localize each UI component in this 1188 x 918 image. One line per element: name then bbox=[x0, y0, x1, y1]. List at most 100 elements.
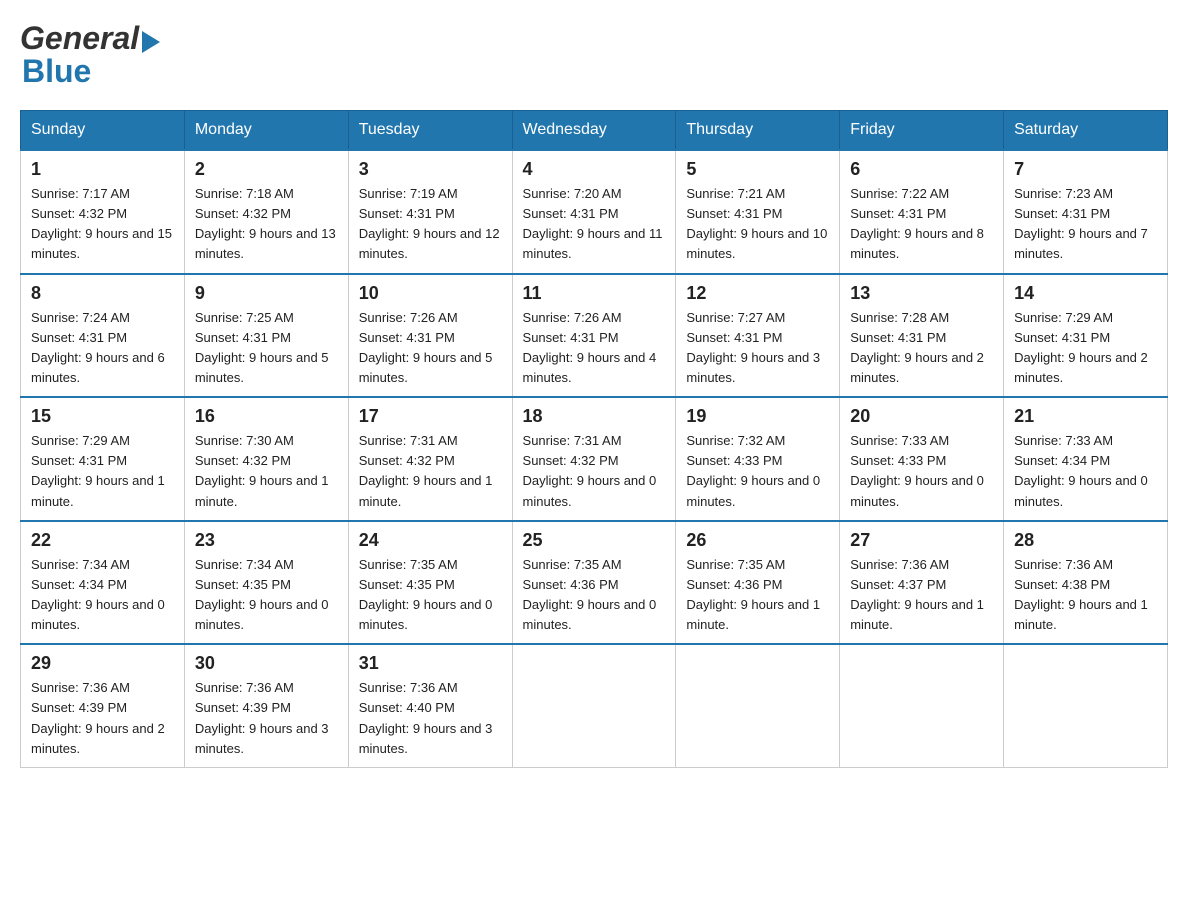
day-number: 23 bbox=[195, 530, 338, 551]
day-number: 30 bbox=[195, 653, 338, 674]
day-number: 20 bbox=[850, 406, 993, 427]
calendar-cell: 2 Sunrise: 7:18 AMSunset: 4:32 PMDaylight… bbox=[184, 150, 348, 274]
calendar-cell bbox=[840, 644, 1004, 767]
day-number: 4 bbox=[523, 159, 666, 180]
day-number: 10 bbox=[359, 283, 502, 304]
day-number: 22 bbox=[31, 530, 174, 551]
calendar-cell: 19Sunrise: 7:32 AMSunset: 4:33 PMDayligh… bbox=[676, 397, 840, 521]
calendar-cell bbox=[512, 644, 676, 767]
calendar-cell: 20 Sunrise: 7:33 AMSunset: 4:33 PMDayligh… bbox=[840, 397, 1004, 521]
day-number: 27 bbox=[850, 530, 993, 551]
calendar-cell: 5 Sunrise: 7:21 AMSunset: 4:31 PMDaylight… bbox=[676, 150, 840, 274]
calendar-cell: 14 Sunrise: 7:29 AMSunset: 4:31 PMDayligh… bbox=[1004, 274, 1168, 398]
calendar-cell: 13 Sunrise: 7:28 AMSunset: 4:31 PMDayligh… bbox=[840, 274, 1004, 398]
day-info: Sunrise: 7:22 AMSunset: 4:31 PMDaylight:… bbox=[850, 184, 993, 265]
day-info: Sunrise: 7:34 AMSunset: 4:34 PMDaylight:… bbox=[31, 555, 174, 636]
day-number: 12 bbox=[686, 283, 829, 304]
calendar-cell: 27 Sunrise: 7:36 AMSunset: 4:37 PMDayligh… bbox=[840, 521, 1004, 645]
day-number: 3 bbox=[359, 159, 502, 180]
calendar-cell: 9 Sunrise: 7:25 AMSunset: 4:31 PMDaylight… bbox=[184, 274, 348, 398]
day-number: 25 bbox=[523, 530, 666, 551]
day-number: 29 bbox=[31, 653, 174, 674]
day-info: Sunrise: 7:29 AMSunset: 4:31 PMDaylight:… bbox=[1014, 308, 1157, 389]
day-info: Sunrise: 7:31 AMSunset: 4:32 PMDaylight:… bbox=[523, 431, 666, 512]
calendar-cell: 30 Sunrise: 7:36 AMSunset: 4:39 PMDayligh… bbox=[184, 644, 348, 767]
calendar-cell: 24Sunrise: 7:35 AMSunset: 4:35 PMDayligh… bbox=[348, 521, 512, 645]
day-header-sunday: Sunday bbox=[21, 111, 185, 151]
calendar-cell: 8Sunrise: 7:24 AMSunset: 4:31 PMDaylight… bbox=[21, 274, 185, 398]
day-header-tuesday: Tuesday bbox=[348, 111, 512, 151]
page-header: General Blue bbox=[20, 20, 1168, 90]
day-number: 13 bbox=[850, 283, 993, 304]
day-number: 14 bbox=[1014, 283, 1157, 304]
header-row: SundayMondayTuesdayWednesdayThursdayFrid… bbox=[21, 111, 1168, 151]
calendar-cell: 7 Sunrise: 7:23 AMSunset: 4:31 PMDaylight… bbox=[1004, 150, 1168, 274]
day-info: Sunrise: 7:36 AMSunset: 4:38 PMDaylight:… bbox=[1014, 555, 1157, 636]
calendar-cell: 15 Sunrise: 7:29 AMSunset: 4:31 PMDayligh… bbox=[21, 397, 185, 521]
calendar-cell: 26 Sunrise: 7:35 AMSunset: 4:36 PMDayligh… bbox=[676, 521, 840, 645]
week-row-3: 15 Sunrise: 7:29 AMSunset: 4:31 PMDayligh… bbox=[21, 397, 1168, 521]
logo-general-text: General bbox=[20, 20, 139, 57]
calendar-cell: 28Sunrise: 7:36 AMSunset: 4:38 PMDayligh… bbox=[1004, 521, 1168, 645]
calendar-cell bbox=[676, 644, 840, 767]
calendar-cell: 22 Sunrise: 7:34 AMSunset: 4:34 PMDayligh… bbox=[21, 521, 185, 645]
day-number: 31 bbox=[359, 653, 502, 674]
day-info: Sunrise: 7:18 AMSunset: 4:32 PMDaylight:… bbox=[195, 184, 338, 265]
calendar-cell: 29Sunrise: 7:36 AMSunset: 4:39 PMDayligh… bbox=[21, 644, 185, 767]
calendar-cell: 21 Sunrise: 7:33 AMSunset: 4:34 PMDayligh… bbox=[1004, 397, 1168, 521]
day-info: Sunrise: 7:25 AMSunset: 4:31 PMDaylight:… bbox=[195, 308, 338, 389]
calendar-table: SundayMondayTuesdayWednesdayThursdayFrid… bbox=[20, 110, 1168, 768]
day-info: Sunrise: 7:23 AMSunset: 4:31 PMDaylight:… bbox=[1014, 184, 1157, 265]
day-number: 2 bbox=[195, 159, 338, 180]
day-number: 7 bbox=[1014, 159, 1157, 180]
day-number: 15 bbox=[31, 406, 174, 427]
day-number: 19 bbox=[686, 406, 829, 427]
day-info: Sunrise: 7:26 AMSunset: 4:31 PMDaylight:… bbox=[523, 308, 666, 389]
day-info: Sunrise: 7:29 AMSunset: 4:31 PMDaylight:… bbox=[31, 431, 174, 512]
day-info: Sunrise: 7:35 AMSunset: 4:36 PMDaylight:… bbox=[686, 555, 829, 636]
day-number: 9 bbox=[195, 283, 338, 304]
day-info: Sunrise: 7:36 AMSunset: 4:37 PMDaylight:… bbox=[850, 555, 993, 636]
day-info: Sunrise: 7:21 AMSunset: 4:31 PMDaylight:… bbox=[686, 184, 829, 265]
calendar-cell: 17Sunrise: 7:31 AMSunset: 4:32 PMDayligh… bbox=[348, 397, 512, 521]
day-info: Sunrise: 7:36 AMSunset: 4:39 PMDaylight:… bbox=[195, 678, 338, 759]
week-row-5: 29 Sunrise: 7:36 AMSunset: 4:39 PMDayligh… bbox=[21, 644, 1168, 767]
calendar-cell: 11 Sunrise: 7:26 AMSunset: 4:31 PMDayligh… bbox=[512, 274, 676, 398]
day-info: Sunrise: 7:27 AMSunset: 4:31 PMDaylight:… bbox=[686, 308, 829, 389]
day-info: Sunrise: 7:28 AMSunset: 4:31 PMDaylight:… bbox=[850, 308, 993, 389]
day-number: 6 bbox=[850, 159, 993, 180]
day-info: Sunrise: 7:34 AMSunset: 4:35 PMDaylight:… bbox=[195, 555, 338, 636]
calendar-cell: 4 Sunrise: 7:20 AMSunset: 4:31 PMDaylight… bbox=[512, 150, 676, 274]
day-header-wednesday: Wednesday bbox=[512, 111, 676, 151]
calendar-cell: 16Sunrise: 7:30 AMSunset: 4:32 PMDayligh… bbox=[184, 397, 348, 521]
calendar-cell: 6 Sunrise: 7:22 AMSunset: 4:31 PMDaylight… bbox=[840, 150, 1004, 274]
day-info: Sunrise: 7:35 AMSunset: 4:35 PMDaylight:… bbox=[359, 555, 502, 636]
calendar-cell: 1Sunrise: 7:17 AMSunset: 4:32 PMDaylight… bbox=[21, 150, 185, 274]
day-number: 5 bbox=[686, 159, 829, 180]
day-number: 26 bbox=[686, 530, 829, 551]
day-info: Sunrise: 7:36 AMSunset: 4:40 PMDaylight:… bbox=[359, 678, 502, 759]
calendar-cell: 12 Sunrise: 7:27 AMSunset: 4:31 PMDayligh… bbox=[676, 274, 840, 398]
day-info: Sunrise: 7:33 AMSunset: 4:33 PMDaylight:… bbox=[850, 431, 993, 512]
day-info: Sunrise: 7:19 AMSunset: 4:31 PMDaylight:… bbox=[359, 184, 502, 265]
day-number: 18 bbox=[523, 406, 666, 427]
day-info: Sunrise: 7:33 AMSunset: 4:34 PMDaylight:… bbox=[1014, 431, 1157, 512]
week-row-1: 1Sunrise: 7:17 AMSunset: 4:32 PMDaylight… bbox=[21, 150, 1168, 274]
day-info: Sunrise: 7:20 AMSunset: 4:31 PMDaylight:… bbox=[523, 184, 666, 265]
day-header-thursday: Thursday bbox=[676, 111, 840, 151]
day-number: 11 bbox=[523, 283, 666, 304]
calendar-cell: 3 Sunrise: 7:19 AMSunset: 4:31 PMDaylight… bbox=[348, 150, 512, 274]
logo: General Blue bbox=[20, 20, 160, 90]
calendar-cell: 25 Sunrise: 7:35 AMSunset: 4:36 PMDayligh… bbox=[512, 521, 676, 645]
calendar-cell: 23 Sunrise: 7:34 AMSunset: 4:35 PMDayligh… bbox=[184, 521, 348, 645]
day-header-monday: Monday bbox=[184, 111, 348, 151]
day-number: 16 bbox=[195, 406, 338, 427]
day-header-saturday: Saturday bbox=[1004, 111, 1168, 151]
day-info: Sunrise: 7:35 AMSunset: 4:36 PMDaylight:… bbox=[523, 555, 666, 636]
logo-blue-text: Blue bbox=[22, 53, 91, 89]
day-info: Sunrise: 7:31 AMSunset: 4:32 PMDaylight:… bbox=[359, 431, 502, 512]
logo-arrow-icon bbox=[142, 31, 160, 53]
day-number: 21 bbox=[1014, 406, 1157, 427]
day-info: Sunrise: 7:24 AMSunset: 4:31 PMDaylight:… bbox=[31, 308, 174, 389]
day-info: Sunrise: 7:26 AMSunset: 4:31 PMDaylight:… bbox=[359, 308, 502, 389]
